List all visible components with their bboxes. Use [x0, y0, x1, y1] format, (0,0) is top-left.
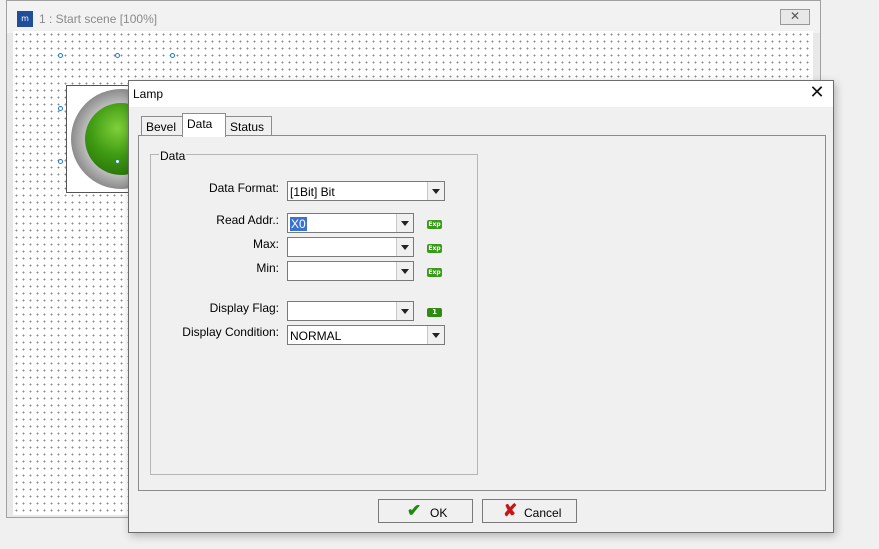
chevron-down-icon[interactable] — [396, 214, 413, 232]
resize-handle[interactable] — [115, 53, 120, 58]
resize-handle[interactable] — [58, 106, 63, 111]
lamp-dialog: Lamp ✕ Bevel Data Status Data Data Forma… — [128, 80, 834, 533]
ok-button[interactable]: ✔ OK — [378, 499, 473, 523]
expression-icon[interactable]: Exp — [427, 220, 442, 229]
chevron-down-icon[interactable] — [427, 182, 444, 200]
resize-handle[interactable] — [115, 159, 120, 164]
read-addr-value: X0 — [290, 217, 307, 231]
max-input[interactable] — [287, 237, 414, 257]
cancel-button-label: Cancel — [524, 506, 562, 520]
data-tab-panel: Data Data Format: [1Bit] Bit Read Addr.:… — [138, 135, 826, 491]
tab-data[interactable]: Data — [182, 113, 226, 137]
min-input[interactable] — [287, 261, 414, 281]
check-icon: ✔ — [407, 501, 422, 520]
dialog-close-button[interactable]: ✕ — [807, 84, 827, 104]
expression-icon[interactable]: Exp — [427, 268, 442, 277]
scene-titlebar: m 1 : Start scene [100%] ✕ — [7, 1, 820, 33]
display-condition-select[interactable]: NORMAL — [287, 325, 445, 345]
display-condition-label: Display Condition: — [182, 325, 279, 339]
data-format-value: [1Bit] Bit — [290, 185, 335, 199]
chevron-down-icon[interactable] — [396, 238, 413, 256]
min-label: Min: — [256, 261, 279, 275]
chevron-down-icon[interactable] — [427, 326, 444, 344]
data-format-select[interactable]: [1Bit] Bit — [287, 181, 445, 201]
expression-icon[interactable]: Exp — [427, 244, 442, 253]
read-addr-label: Read Addr.: — [216, 213, 279, 227]
data-group-label: Data — [159, 149, 187, 163]
display-flag-input[interactable] — [287, 301, 414, 321]
max-label: Max: — [252, 237, 279, 251]
tab-bevel[interactable]: Bevel — [141, 116, 183, 136]
cross-icon: ✘ — [503, 501, 518, 520]
resize-handle[interactable] — [170, 53, 175, 58]
display-flag-label: Display Flag: — [209, 301, 279, 315]
data-group: Data Data Format: [1Bit] Bit Read Addr.:… — [150, 149, 478, 475]
data-format-label: Data Format: — [208, 181, 279, 195]
chevron-down-icon[interactable] — [396, 302, 413, 320]
dialog-titlebar: Lamp ✕ — [129, 81, 833, 107]
resize-handle[interactable] — [58, 159, 63, 164]
app-logo-icon: m — [17, 11, 33, 27]
flag-icon[interactable]: 1 — [427, 308, 442, 317]
chevron-down-icon[interactable] — [396, 262, 413, 280]
read-addr-input[interactable]: X0 — [287, 213, 414, 233]
tab-status[interactable]: Status — [225, 116, 272, 136]
display-condition-value: NORMAL — [290, 329, 342, 343]
dialog-title: Lamp — [133, 87, 164, 101]
ok-button-label: OK — [430, 506, 448, 520]
resize-handle[interactable] — [58, 53, 63, 58]
scene-close-button[interactable]: ✕ — [780, 9, 810, 25]
scene-title: 1 : Start scene [100%] — [39, 12, 158, 26]
cancel-button[interactable]: ✘ Cancel — [482, 499, 577, 523]
